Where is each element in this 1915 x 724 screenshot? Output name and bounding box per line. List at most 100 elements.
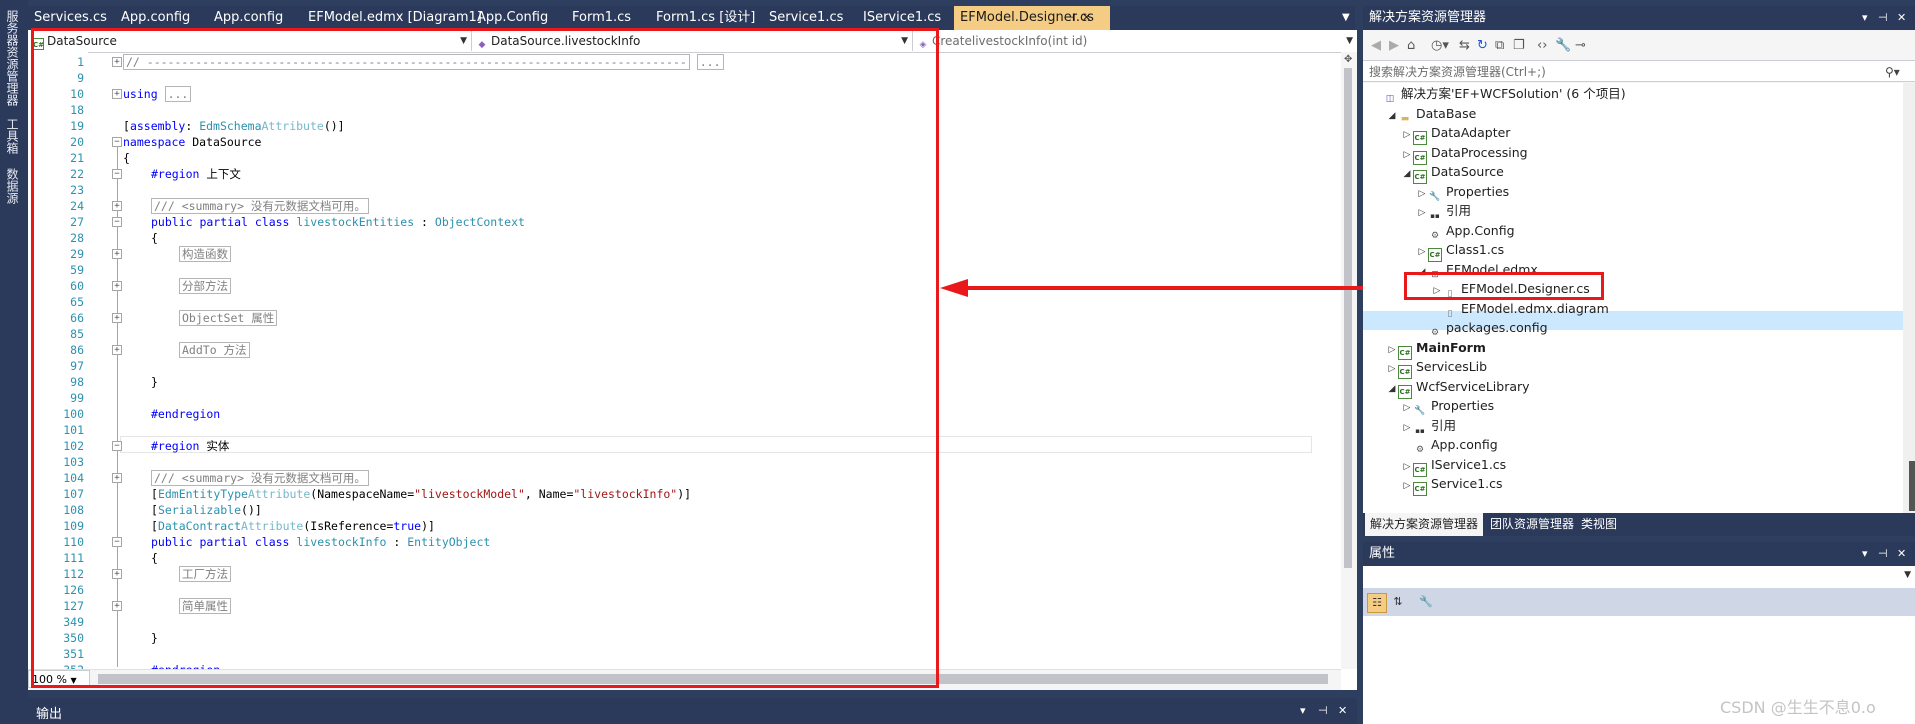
tree-item[interactable]: ▷ ▪▪ 引用 [1416,201,1471,220]
vertical-scrollbar[interactable]: ✥ [1341,52,1357,669]
tree-item[interactable]: ▷ C# MainForm [1386,338,1486,360]
tree-item[interactable]: ▷ 🔧 Properties [1401,396,1495,416]
dropdown-icon[interactable]: ▾ [1862,6,1868,30]
chevron-down-icon: ▼ [1346,36,1353,46]
tab-service1-cs[interactable]: Service1.cs [763,6,849,30]
server-explorer-tab[interactable]: 服务器资源管理器 [5,10,21,106]
tree-item[interactable]: ◢ ▬ DataBase [1386,104,1477,126]
tree-item-label: 解决方案'EF+WCFSolution' (6 个项目) [1401,86,1626,101]
tree-item[interactable]: ▷ ▪▪ 引用 [1401,416,1456,435]
pin-icon[interactable]: ⊣ [1318,699,1328,723]
close-icon[interactable]: ✕ [1897,6,1906,30]
show-all-files-icon[interactable]: ❐ [1513,38,1525,53]
sync-icon[interactable]: ⇆ [1459,38,1470,53]
member-combo-value: CreatelivestockInfo(int id) [932,34,1088,48]
tree-item[interactable]: ◢ C# WcfServiceLibrary [1386,377,1530,399]
tab-app-config-2[interactable]: App.config [208,6,289,30]
tree-item-label: Properties [1446,183,1510,199]
tab-iservice1-cs[interactable]: IService1.cs [857,6,947,30]
wrench-icon[interactable]: 🔧 [1555,38,1571,53]
chevron-down-icon: ▼ [1904,570,1911,580]
tree-item-label: 引用 [1446,203,1472,218]
solution-explorer-bottom-tabs: 解决方案资源管理器 团队资源管理器 类视图 [1363,513,1915,536]
tree-item-label: WcfServiceLibrary [1416,378,1530,394]
properties-title: 属性 ▾ ⊣ ✕ [1363,542,1915,566]
tree-item-label: DataProcessing [1431,144,1528,160]
solution-tree-scrollbar[interactable] [1903,83,1915,513]
close-icon[interactable]: ✕ [1897,542,1906,566]
data-sources-tab[interactable]: 数据源 [5,168,21,204]
expander-icon[interactable]: ▷ [1401,477,1413,496]
back-icon[interactable]: ◀ [1371,38,1381,53]
solution-search-input[interactable]: 搜索解决方案资源管理器(Ctrl+;) ⚲▾ [1363,60,1915,82]
scroll-thumb[interactable] [1909,461,1915,511]
tree-item[interactable]: ▷ 🔧 Properties [1416,182,1510,202]
collapse-all-icon[interactable]: ⧉ [1495,38,1504,53]
tree-item-label: DataSource [1431,164,1504,179]
pin-icon[interactable]: ⊣ [1066,6,1076,30]
left-tool-strip: 服务器资源管理器 工具箱 数据源 [0,0,28,724]
tree-item[interactable]: ⚙ packages.config [1416,318,1548,338]
scroll-thumb[interactable] [1344,68,1352,568]
tab-form1-cs[interactable]: Form1.cs [566,6,637,30]
tab-efmodel-designer-cs[interactable]: EFModel.Designer.cs ⊣ ✕ [954,6,1110,30]
tree-item-label: DataBase [1416,105,1477,121]
search-icon[interactable]: ⚲▾ [1885,61,1900,83]
solution-explorer-panel: 解决方案资源管理器 ▾ ⊣ ✕ ◀ ▶ ⌂ ◷▾ ⇆ ↻ ⧉ ❐ ‹› 🔧 ⊸ … [1363,6,1915,536]
dropdown-icon[interactable]: ▾ [1300,699,1306,723]
tab-team-explorer[interactable]: 团队资源管理器 [1485,513,1579,536]
tree-item[interactable]: ◢ C# DataSource [1401,162,1504,184]
expander-icon[interactable]: ◢ [1386,107,1398,126]
annotation-selected-item-box [1404,272,1604,300]
pin-preview-icon[interactable]: ⊸ [1575,38,1586,53]
tree-item-label: Class1.cs [1446,242,1505,257]
categorized-icon[interactable]: ☷ [1367,593,1387,613]
toolbox-tab[interactable]: 工具箱 [5,118,21,154]
forward-icon[interactable]: ▶ [1389,38,1399,53]
tree-item-label: Service1.cs [1431,476,1503,491]
tab-form1-designer[interactable]: Form1.cs [设计] [650,6,761,30]
tree-item[interactable]: ▷ C# Service1.cs [1401,474,1503,496]
tab-solution-explorer[interactable]: 解决方案资源管理器 [1365,513,1484,536]
tree-item[interactable]: ▷ C# IService1.cs [1401,455,1506,477]
view-code-icon[interactable]: ‹› [1537,38,1547,53]
close-icon[interactable]: ✕ [1082,6,1091,30]
annotation-highlight-box [31,28,939,688]
tree-item-label: ServicesLib [1416,359,1488,374]
tab-efmodel-diagram[interactable]: EFModel.edmx [Diagram1] [302,6,488,30]
tree-item[interactable]: ◫ 解决方案'EF+WCFSolution' (6 个项目) [1371,84,1626,104]
csharp-file-icon: C# [1413,482,1427,496]
tree-item[interactable]: ▯ EFModel.edmx.diagram [1431,299,1609,319]
split-icon[interactable]: ✥ [1344,54,1352,65]
annotation-arrow [940,279,1402,297]
tree-item[interactable]: ⚙ App.config [1401,435,1498,455]
tab-overflow-dropdown-icon[interactable]: ▼ [1342,12,1350,23]
property-pages-icon[interactable]: 🔧 [1417,593,1435,611]
expander-icon[interactable]: ◢ [1401,165,1413,184]
tree-item-label: 引用 [1431,417,1457,433]
tree-item[interactable]: ⚙ App.Config [1416,221,1515,241]
tab-app-config-3[interactable]: App.Config [471,6,554,30]
tree-item-label: EFModel.edmx.diagram [1461,300,1609,316]
home-icon[interactable]: ⌂ [1407,38,1415,53]
member-combo[interactable]: ◈ CreatelivestockInfo(int id) ▼ [913,31,1357,51]
tab-services-cs[interactable]: Services.cs [28,6,113,30]
tab-class-view[interactable]: 类视图 [1576,513,1622,536]
pin-icon[interactable]: ⊣ [1878,6,1888,30]
document-tab-bar: Services.cs App.config App.config EFMode… [28,6,1355,30]
tree-item[interactable]: ▷ C# DataAdapter [1401,123,1510,145]
alphabetical-icon[interactable]: ⇅ [1389,593,1407,611]
watermark: CSDN @生生不息0.o [1720,698,1876,717]
tree-item[interactable]: ▷ C# Class1.cs [1416,240,1505,262]
refresh-icon[interactable]: ↻ [1477,38,1488,53]
tree-item[interactable]: ▷ C# DataProcessing [1401,143,1528,165]
tree-item-label: Properties [1431,398,1495,413]
properties-object-combo[interactable]: ▼ [1363,566,1915,589]
tree-item[interactable]: ▷ C# ServicesLib [1386,357,1488,379]
tab-app-config-1[interactable]: App.config [115,6,196,30]
expander-icon[interactable]: ◢ [1386,380,1398,399]
pin-icon[interactable]: ⊣ [1878,542,1888,566]
history-icon[interactable]: ◷▾ [1431,38,1449,53]
dropdown-icon[interactable]: ▾ [1862,542,1868,566]
close-icon[interactable]: ✕ [1338,699,1347,723]
